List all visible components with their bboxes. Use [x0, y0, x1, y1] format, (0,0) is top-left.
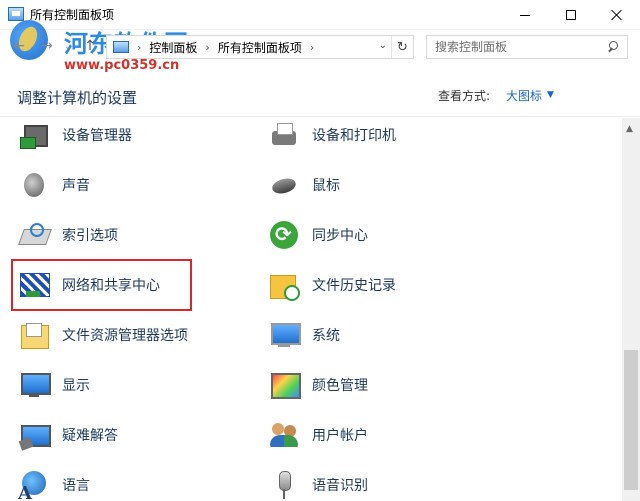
item-label: 声音: [62, 178, 90, 194]
breadcrumb-separator-icon[interactable]: ›: [137, 41, 141, 54]
breadcrumb-control-panel[interactable]: 控制面板: [149, 39, 197, 56]
item-display[interactable]: 显示: [18, 368, 90, 402]
maximize-button[interactable]: [548, 0, 594, 30]
scroll-up-arrow-icon[interactable]: ▲: [626, 124, 633, 134]
item-sound[interactable]: 声音: [18, 168, 90, 202]
item-troubleshooting[interactable]: 疑难解答: [18, 418, 118, 452]
vertical-scrollbar[interactable]: ▲: [622, 118, 640, 501]
item-indexing-options[interactable]: 索引选项: [18, 218, 118, 252]
item-label: 语音识别: [312, 478, 368, 494]
file-history-icon: [268, 269, 300, 301]
scrollbar-thumb[interactable]: [624, 350, 638, 490]
item-label: 文件历史记录: [312, 278, 396, 294]
item-sync-center[interactable]: 同步中心: [268, 218, 368, 252]
search-box[interactable]: [426, 35, 628, 59]
language-icon: [18, 469, 50, 501]
item-label: 疑难解答: [62, 428, 118, 444]
highlight-annotation-box: [11, 259, 192, 311]
search-input[interactable]: [435, 37, 605, 57]
speech-recognition-icon: [268, 469, 300, 501]
item-label: 鼠标: [312, 178, 340, 194]
display-icon: [18, 369, 51, 401]
window-title: 所有控制面板项: [30, 8, 115, 22]
item-label: 文件资源管理器选项: [62, 328, 188, 344]
item-device-manager[interactable]: 设备管理器: [18, 118, 132, 152]
item-file-history[interactable]: 文件历史记录: [268, 268, 396, 302]
folder-options-icon: [18, 319, 50, 351]
troubleshooting-icon: [18, 419, 51, 451]
content-header: 调整计算机的设置 查看方式: 大图标 ▼: [0, 61, 640, 117]
recent-locations-chevron-icon[interactable]: ⌄: [60, 35, 76, 57]
minimize-button[interactable]: [502, 0, 548, 30]
item-file-explorer-options[interactable]: 文件资源管理器选项: [18, 318, 188, 352]
item-label: 设备和打印机: [312, 128, 396, 144]
breadcrumb-separator-icon[interactable]: ›: [205, 41, 209, 54]
breadcrumb-separator-icon[interactable]: ›: [310, 41, 314, 54]
close-icon: [611, 9, 623, 21]
search-icon[interactable]: [607, 41, 619, 53]
close-button[interactable]: [594, 0, 640, 30]
breadcrumb-all-items[interactable]: 所有控制面板项: [218, 39, 302, 56]
forward-arrow-icon[interactable]: →: [36, 35, 58, 57]
address-control-panel-icon: [113, 41, 129, 53]
item-label: 用户帐户: [312, 428, 368, 444]
back-arrow-icon[interactable]: ←: [8, 35, 30, 57]
item-label: 同步中心: [312, 228, 368, 244]
title-bar: 所有控制面板项 河东软件园 www.pc0359.cn: [0, 0, 640, 73]
refresh-icon[interactable]: ↻: [391, 36, 413, 58]
device-manager-icon: [18, 119, 50, 151]
navigation-bar: ← → ⌄ ↑ › 控制面板 › 所有控制面板项 › ⌄ ↻: [0, 31, 640, 61]
speaker-icon: [18, 169, 50, 201]
item-label: 语言: [62, 478, 90, 494]
printer-icon: [268, 119, 300, 151]
item-mouse[interactable]: 鼠标: [268, 168, 340, 202]
view-by-caret-icon[interactable]: ▼: [547, 90, 554, 100]
view-by-label: 查看方式:: [438, 89, 491, 103]
item-label: 索引选项: [62, 228, 118, 244]
minimize-icon: [520, 14, 530, 16]
item-speech-recognition[interactable]: 语音识别: [268, 468, 368, 501]
view-by-dropdown[interactable]: 大图标: [506, 87, 542, 104]
item-user-accounts[interactable]: 用户帐户: [268, 418, 368, 452]
color-management-icon: [268, 369, 301, 401]
item-label: 系统: [312, 328, 340, 344]
item-language[interactable]: 语言: [18, 468, 90, 501]
item-label: 设备管理器: [62, 128, 132, 144]
maximize-icon: [566, 10, 576, 20]
system-icon: [268, 319, 301, 351]
item-devices-printers[interactable]: 设备和打印机: [268, 118, 396, 152]
item-system[interactable]: 系统: [268, 318, 340, 352]
item-label: 颜色管理: [312, 378, 368, 394]
control-panel-icon: [8, 7, 24, 21]
page-title: 调整计算机的设置: [17, 89, 138, 107]
address-dropdown-icon[interactable]: ⌄: [379, 40, 387, 51]
address-bar[interactable]: › 控制面板 › 所有控制面板项 › ⌄ ↻: [106, 35, 414, 59]
indexing-icon: [18, 219, 50, 251]
item-color-management[interactable]: 颜色管理: [268, 368, 368, 402]
item-label: 显示: [62, 378, 90, 394]
user-accounts-icon: [268, 419, 300, 451]
sync-icon: [268, 219, 300, 251]
up-arrow-icon[interactable]: ↑: [80, 35, 100, 57]
mouse-icon: [268, 169, 300, 201]
